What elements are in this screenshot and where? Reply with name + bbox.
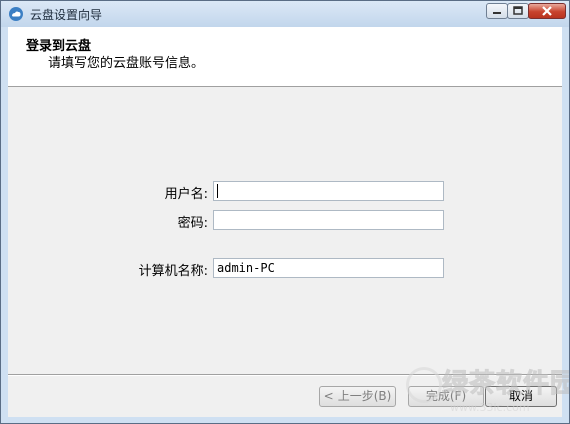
cancel-button-label: 取消 [508,389,533,403]
wizard-header: 登录到云盘 请填写您的云盘账号信息。 [8,27,562,87]
username-input[interactable] [213,181,444,201]
maximize-button[interactable] [507,3,529,19]
title-bar[interactable]: 云盘设置向导 [1,1,569,27]
back-button-label: 上一步(B) [337,389,392,403]
computer-name-input[interactable] [213,258,444,278]
footer-divider [8,374,562,376]
username-label: 用户名: [164,187,208,202]
close-button[interactable] [528,3,566,19]
page-subtitle: 请填写您的云盘账号信息。 [48,56,205,71]
password-label: 密码: [177,216,208,231]
chevron-left-icon: < [323,389,334,403]
maximize-icon [513,6,523,15]
password-input[interactable] [213,210,444,230]
minimize-button[interactable] [486,3,508,19]
close-icon [542,6,552,16]
finish-button-label: 完成(F) [425,389,467,403]
back-button[interactable]: < 上一步(B) [319,386,396,407]
wizard-window: 云盘设置向导 登录到云盘 请填写您的云盘账号信息。 用户名: 密码: 计算机名称… [0,0,570,424]
wizard-body: 登录到云盘 请填写您的云盘账号信息。 用户名: 密码: 计算机名称: <上一步(… [8,27,562,417]
computer-name-label: 计算机名称: [138,264,208,279]
minimize-icon [493,12,501,14]
cancel-button[interactable]: 取消 [485,386,557,407]
cloud-app-icon [9,7,23,21]
text-caret [217,184,218,198]
window-title: 云盘设置向导 [30,8,103,22]
finish-button[interactable]: 完成(F) [408,386,484,407]
